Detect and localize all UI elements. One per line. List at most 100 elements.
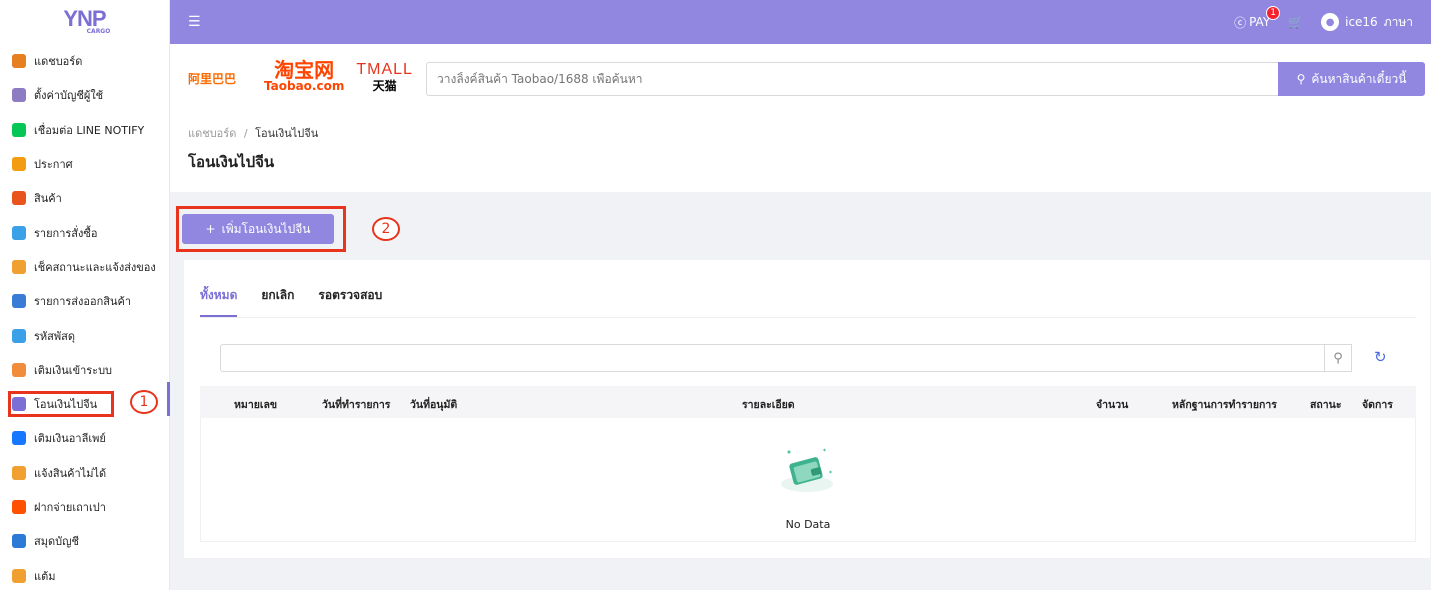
brand-taobao-logo[interactable]: 淘宝网 Taobao.com: [264, 58, 345, 94]
sidebar-item-label: รายการส่งออกสินค้า: [34, 295, 132, 309]
product-search-field[interactable]: [426, 62, 1278, 96]
tab-0[interactable]: ทั้งหมด: [200, 286, 238, 317]
brand-tmall-logo[interactable]: TMALL 天猫: [356, 62, 413, 94]
breadcrumb-home[interactable]: แดชบอร์ด: [188, 127, 236, 140]
column-header: วันที่อนุมัติ: [410, 399, 458, 411]
avatar-icon: ●: [1321, 13, 1340, 31]
sidebar-item-label: ฝากจ่ายเถาเปา: [34, 501, 106, 514]
taobao-en-text: Taobao.com: [264, 79, 345, 93]
sidebar-item-label: เช็คสถานะและแจ้งส่งของ: [34, 260, 156, 274]
logo[interactable]: YNP CARGO: [0, 0, 169, 44]
search-button[interactable]: ⚲ ค้นหาสินค้าเดี๋ยวนี้: [1278, 62, 1425, 96]
plus-icon: +: [205, 222, 216, 236]
sidebar-item-4[interactable]: สินค้า: [0, 181, 169, 215]
username: ice16: [1345, 15, 1378, 29]
sidebar-menu: แดชบอร์ดตั้งค่าบัญชีผู้ใช้เชื่อมต่อ LINE…: [0, 44, 169, 590]
product-search-input[interactable]: [437, 72, 1268, 86]
column-header: จัดการ: [1362, 399, 1393, 411]
empty-wallet-icon: [781, 448, 833, 492]
tabs-divider: [200, 317, 1416, 318]
sidebar-item-label: รายการสั่งซื้อ: [34, 226, 98, 240]
sidebar-item-3[interactable]: ประกาศ: [0, 147, 169, 181]
box-icon: [12, 328, 26, 343]
table-header: หมายเลข วันที่ทำรายการ วันที่อนุมัติ รายละเ…: [200, 386, 1416, 418]
column-header: หมายเลข: [234, 399, 278, 411]
language-selector[interactable]: ภาษา: [1384, 13, 1413, 32]
sidebar-item-13[interactable]: ฝากจ่ายเถาเปา: [0, 490, 169, 524]
search-icon: ⚲: [1296, 72, 1306, 86]
callout-two: 2: [372, 217, 400, 241]
add-transfer-button[interactable]: + เพิ่มโอนเงินไปจีน: [182, 214, 334, 244]
sidebar-item-6[interactable]: เช็คสถานะและแจ้งส่งของ: [0, 250, 169, 284]
trolley-icon: [12, 294, 26, 309]
alipay-icon: [12, 431, 26, 446]
sidebar-item-label: ตั้งค่าบัญชีผู้ใช้: [34, 89, 104, 103]
brand-1688-logo[interactable]: 阿里巴巴: [188, 70, 252, 87]
table-search-input[interactable]: [220, 344, 1346, 372]
user-menu[interactable]: ● ice16 ภาษา: [1321, 13, 1413, 32]
sidebar-item-label: เชื่อมต่อ LINE NOTIFY: [34, 123, 145, 137]
shopping-bag-icon: [12, 191, 26, 206]
wallet-icon: [12, 534, 26, 549]
cart-icon[interactable]: 🛒: [1288, 15, 1303, 29]
sidebar-item-label: แจ้งสินค้าไม่ได้: [34, 466, 107, 480]
column-header: หลักฐานการทำรายการ: [1172, 399, 1277, 411]
user-settings-icon: [12, 88, 26, 103]
menu-fold-icon[interactable]: ☰: [188, 14, 208, 30]
tab-1[interactable]: ยกเลิก: [261, 286, 294, 317]
sidebar-item-5[interactable]: รายการสั่งซื้อ: [0, 215, 169, 249]
highlight-box-menu: [8, 390, 114, 417]
logo-text: YNP: [63, 6, 106, 31]
sidebar-item-12[interactable]: แจ้งสินค้าไม่ได้: [0, 456, 169, 490]
active-indicator: [167, 382, 170, 416]
taobao-icon: [12, 500, 26, 514]
no-box-icon: [12, 465, 26, 480]
pay-badge: 1: [1266, 5, 1281, 20]
sidebar-item-8[interactable]: รหัสพัสดุ: [0, 318, 169, 352]
sidebar-item-9[interactable]: เติมเงินเข้าระบบ: [0, 353, 169, 387]
sidebar-item-label: แต้ม: [34, 569, 56, 583]
sidebar: YNP CARGO แดชบอร์ดตั้งค่าบัญชีผู้ใช้เชื่…: [0, 0, 170, 590]
sidebar-item-0[interactable]: แดชบอร์ด: [0, 44, 169, 78]
logo-subtext: CARGO: [86, 28, 111, 35]
medal-icon: [12, 568, 26, 583]
tmall-cn-text: 天猫: [372, 79, 397, 93]
status-tabs: ทั้งหมด ยกเลิก รอตรวจสอบ: [200, 286, 382, 317]
sidebar-item-label: สมุดบัญชี: [34, 535, 79, 549]
column-header: สถานะ: [1310, 399, 1342, 411]
sidebar-item-label: เติมเงินเข้าระบบ: [34, 363, 113, 377]
taobao-cn-text: 淘宝网: [274, 58, 335, 82]
tab-2[interactable]: รอตรวจสอบ: [318, 286, 382, 317]
sidebar-item-label: เติมเงินอาลีเพย์: [34, 432, 106, 446]
line-icon: [12, 122, 26, 137]
sidebar-item-label: แดชบอร์ด: [34, 55, 83, 69]
column-header: รายละเอียด: [742, 399, 795, 411]
coin-icon: ⓒ: [1234, 15, 1247, 30]
breadcrumb: แดชบอร์ด / โอนเงินไปจีน: [188, 124, 318, 142]
callout-one: 1: [130, 390, 158, 414]
brand-logos: 阿里巴巴 淘宝网 Taobao.com TMALL 天猫: [188, 58, 413, 94]
sidebar-item-2[interactable]: เชื่อมต่อ LINE NOTIFY: [0, 113, 169, 147]
chart-icon: [12, 54, 26, 69]
search-button-label: ค้นหาสินค้าเดี๋ยวนี้: [1311, 71, 1407, 86]
sidebar-item-label: รหัสพัสดุ: [34, 329, 75, 343]
megaphone-icon: [12, 157, 26, 172]
page-title: โอนเงินไปจีน: [188, 153, 275, 171]
topbar: ☰ ⓒ PAY 1 🛒 ● ice16 ภาษา: [170, 0, 1431, 44]
sidebar-item-11[interactable]: เติมเงินอาลีเพย์: [0, 421, 169, 455]
add-transfer-label: เพิ่มโอนเงินไปจีน: [221, 221, 311, 236]
header-area: 阿里巴巴 淘宝网 Taobao.com TMALL 天猫 ⚲ ค้นหาสินค…: [170, 44, 1431, 192]
breadcrumb-separator: /: [243, 127, 248, 140]
transfer-list-card: ทั้งหมด ยกเลิก รอตรวจสอบ ⚲ ↻ หมายเลข วันที่…: [184, 260, 1430, 558]
table-search-icon[interactable]: ⚲: [1324, 344, 1352, 372]
sidebar-item-1[interactable]: ตั้งค่าบัญชีผู้ใช้: [0, 78, 169, 112]
refresh-icon[interactable]: ↻: [1374, 348, 1387, 366]
sidebar-item-label: สินค้า: [34, 192, 62, 206]
truck-icon: [12, 259, 26, 274]
piggy-bank-icon: [12, 362, 26, 377]
sidebar-item-14[interactable]: สมุดบัญชี: [0, 524, 169, 558]
sidebar-item-label: ประกาศ: [34, 158, 73, 172]
sidebar-item-7[interactable]: รายการส่งออกสินค้า: [0, 284, 169, 318]
sidebar-item-15[interactable]: แต้ม: [0, 558, 169, 590]
pay-button[interactable]: ⓒ PAY 1: [1234, 5, 1281, 31]
